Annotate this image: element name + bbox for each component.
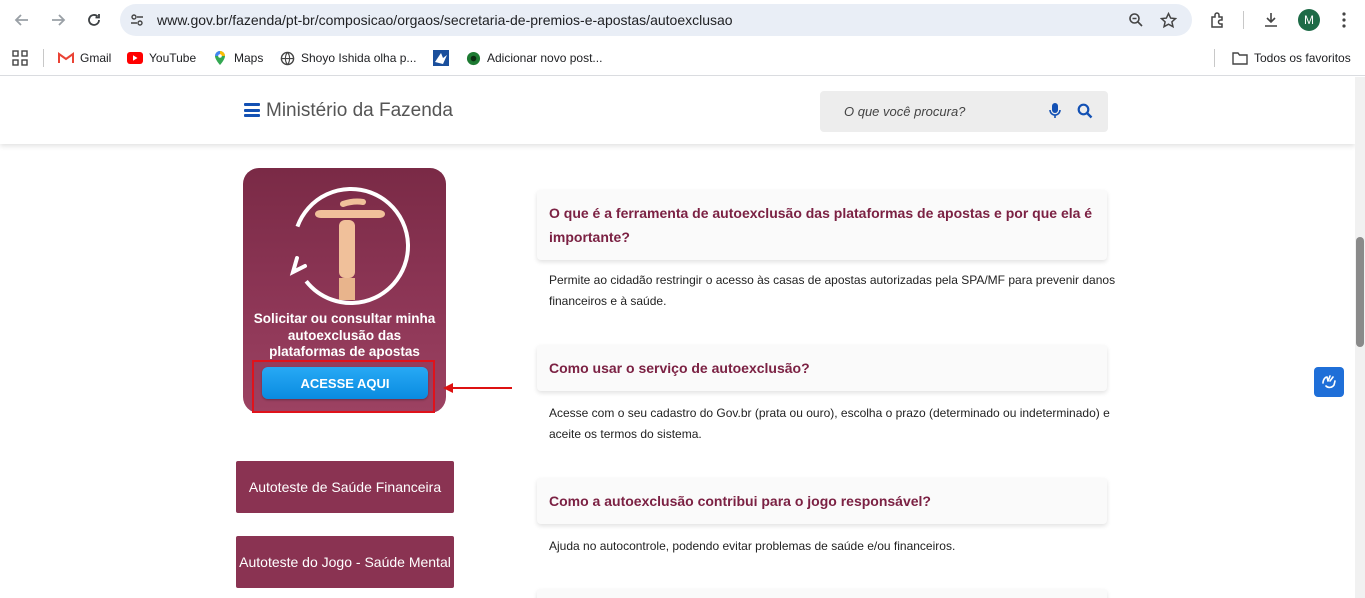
- youtube-icon: [127, 50, 143, 66]
- bookmark-label: YouTube: [149, 51, 197, 65]
- browser-toolbar: www.gov.br/fazenda/pt-br/composicao/orga…: [0, 0, 1365, 40]
- microphone-icon[interactable]: [1048, 103, 1062, 119]
- bookmark-site-logo[interactable]: [433, 50, 449, 66]
- access-here-button[interactable]: ACESSE AQUI: [262, 367, 428, 399]
- kebab-menu-icon: [1342, 12, 1346, 28]
- apps-button[interactable]: [12, 50, 28, 66]
- arrow-right-icon: [52, 14, 66, 26]
- faq-question[interactable]: Como a autoexclusão contribui para o jog…: [537, 478, 1107, 524]
- globe-icon: [279, 50, 295, 66]
- bookmark-youtube[interactable]: YouTube: [127, 50, 196, 66]
- hamburger-menu-icon[interactable]: [244, 103, 260, 117]
- site-search-input[interactable]: O que você procura?: [820, 91, 1108, 132]
- zoom-button[interactable]: [1126, 10, 1146, 30]
- all-favorites-folder[interactable]: Todos os favoritos: [1232, 50, 1351, 66]
- bookmark-shoyo[interactable]: Shoyo Ishida olha p...: [279, 50, 416, 66]
- star-icon: [1159, 11, 1177, 28]
- gambling-mental-health-self-test-button[interactable]: Autoteste do Jogo - Saúde Mental: [236, 536, 454, 588]
- url-text: www.gov.br/fazenda/pt-br/composicao/orga…: [157, 12, 733, 28]
- promo-text: Solicitar ou consultar minha autoexclusã…: [253, 311, 436, 359]
- puzzle-icon: [1211, 12, 1223, 28]
- site-header: Ministério da Fazenda O que você procura…: [0, 77, 1355, 144]
- faq-question[interactable]: O que é a ferramenta de autoexclusão das…: [537, 190, 1107, 260]
- bookmark-gmail[interactable]: Gmail: [58, 50, 111, 66]
- maps-icon: [212, 50, 228, 66]
- scrollbar-thumb[interactable]: [1356, 237, 1364, 347]
- bookmark-label: Shoyo Ishida olha p...: [301, 51, 417, 65]
- bookmark-adicionar-post[interactable]: Adicionar novo post...: [465, 50, 602, 66]
- arrow-left-icon: [14, 14, 28, 26]
- bookmark-label: Adicionar novo post...: [487, 51, 603, 65]
- profile-avatar[interactable]: M: [1298, 9, 1320, 31]
- extensions-button[interactable]: [1207, 9, 1229, 31]
- faq-question[interactable]: Como usar o serviço de autoexclusão?: [537, 345, 1107, 391]
- toolbar-divider: [1243, 11, 1244, 29]
- folder-icon: [1232, 50, 1248, 66]
- zoom-icon: [1129, 13, 1143, 27]
- download-icon: [1265, 13, 1277, 27]
- gmail-icon: [58, 50, 74, 66]
- site-title[interactable]: Ministério da Fazenda: [266, 100, 453, 122]
- bookmark-star-button[interactable]: [1158, 10, 1178, 30]
- faq-answer: Acesse com o seu cadastro do Gov.br (pra…: [549, 406, 1110, 441]
- faq-answer: Ajuda no autocontrole, podendo evitar pr…: [549, 539, 956, 553]
- vlibras-accessibility-button[interactable]: [1314, 367, 1344, 397]
- search-icon[interactable]: [1077, 103, 1093, 119]
- search-placeholder: O que você procura?: [844, 104, 966, 119]
- site-logo-icon: [433, 50, 449, 66]
- bookmarks-bar: Gmail YouTube Maps Shoyo Ishida olha p..…: [0, 40, 1365, 76]
- page-scrollbar[interactable]: [1355, 77, 1365, 598]
- green-circle-icon: [465, 50, 481, 66]
- faq-question-next[interactable]: [537, 589, 1107, 598]
- sign-language-hands-icon: [1322, 375, 1336, 389]
- forward-button[interactable]: [46, 8, 70, 32]
- web-page: Ministério da Fazenda O que você procura…: [0, 77, 1365, 598]
- faq-answer: Permite ao cidadão restringir o acesso à…: [549, 273, 1116, 308]
- reload-button[interactable]: [82, 8, 106, 32]
- downloads-button[interactable]: [1260, 9, 1282, 31]
- timeout-hands-icon: [289, 186, 410, 305]
- all-favorites-label: Todos os favoritos: [1254, 51, 1351, 65]
- bookmarks-divider: [43, 49, 44, 67]
- chrome-menu-button[interactable]: [1333, 9, 1355, 31]
- bookmark-label: Gmail: [80, 51, 112, 65]
- address-bar[interactable]: www.gov.br/fazenda/pt-br/composicao/orga…: [120, 4, 1192, 36]
- red-arrow-icon: [443, 383, 512, 393]
- financial-health-self-test-button[interactable]: Autoteste de Saúde Financeira: [236, 461, 454, 513]
- bookmark-label: Maps: [234, 51, 264, 65]
- back-button[interactable]: [10, 8, 34, 32]
- bookmark-maps[interactable]: Maps: [212, 50, 263, 66]
- reload-icon: [88, 14, 100, 26]
- apps-grid-icon: [12, 50, 28, 66]
- site-info-icon[interactable]: [129, 12, 145, 28]
- bookmarks-divider: [1214, 49, 1215, 67]
